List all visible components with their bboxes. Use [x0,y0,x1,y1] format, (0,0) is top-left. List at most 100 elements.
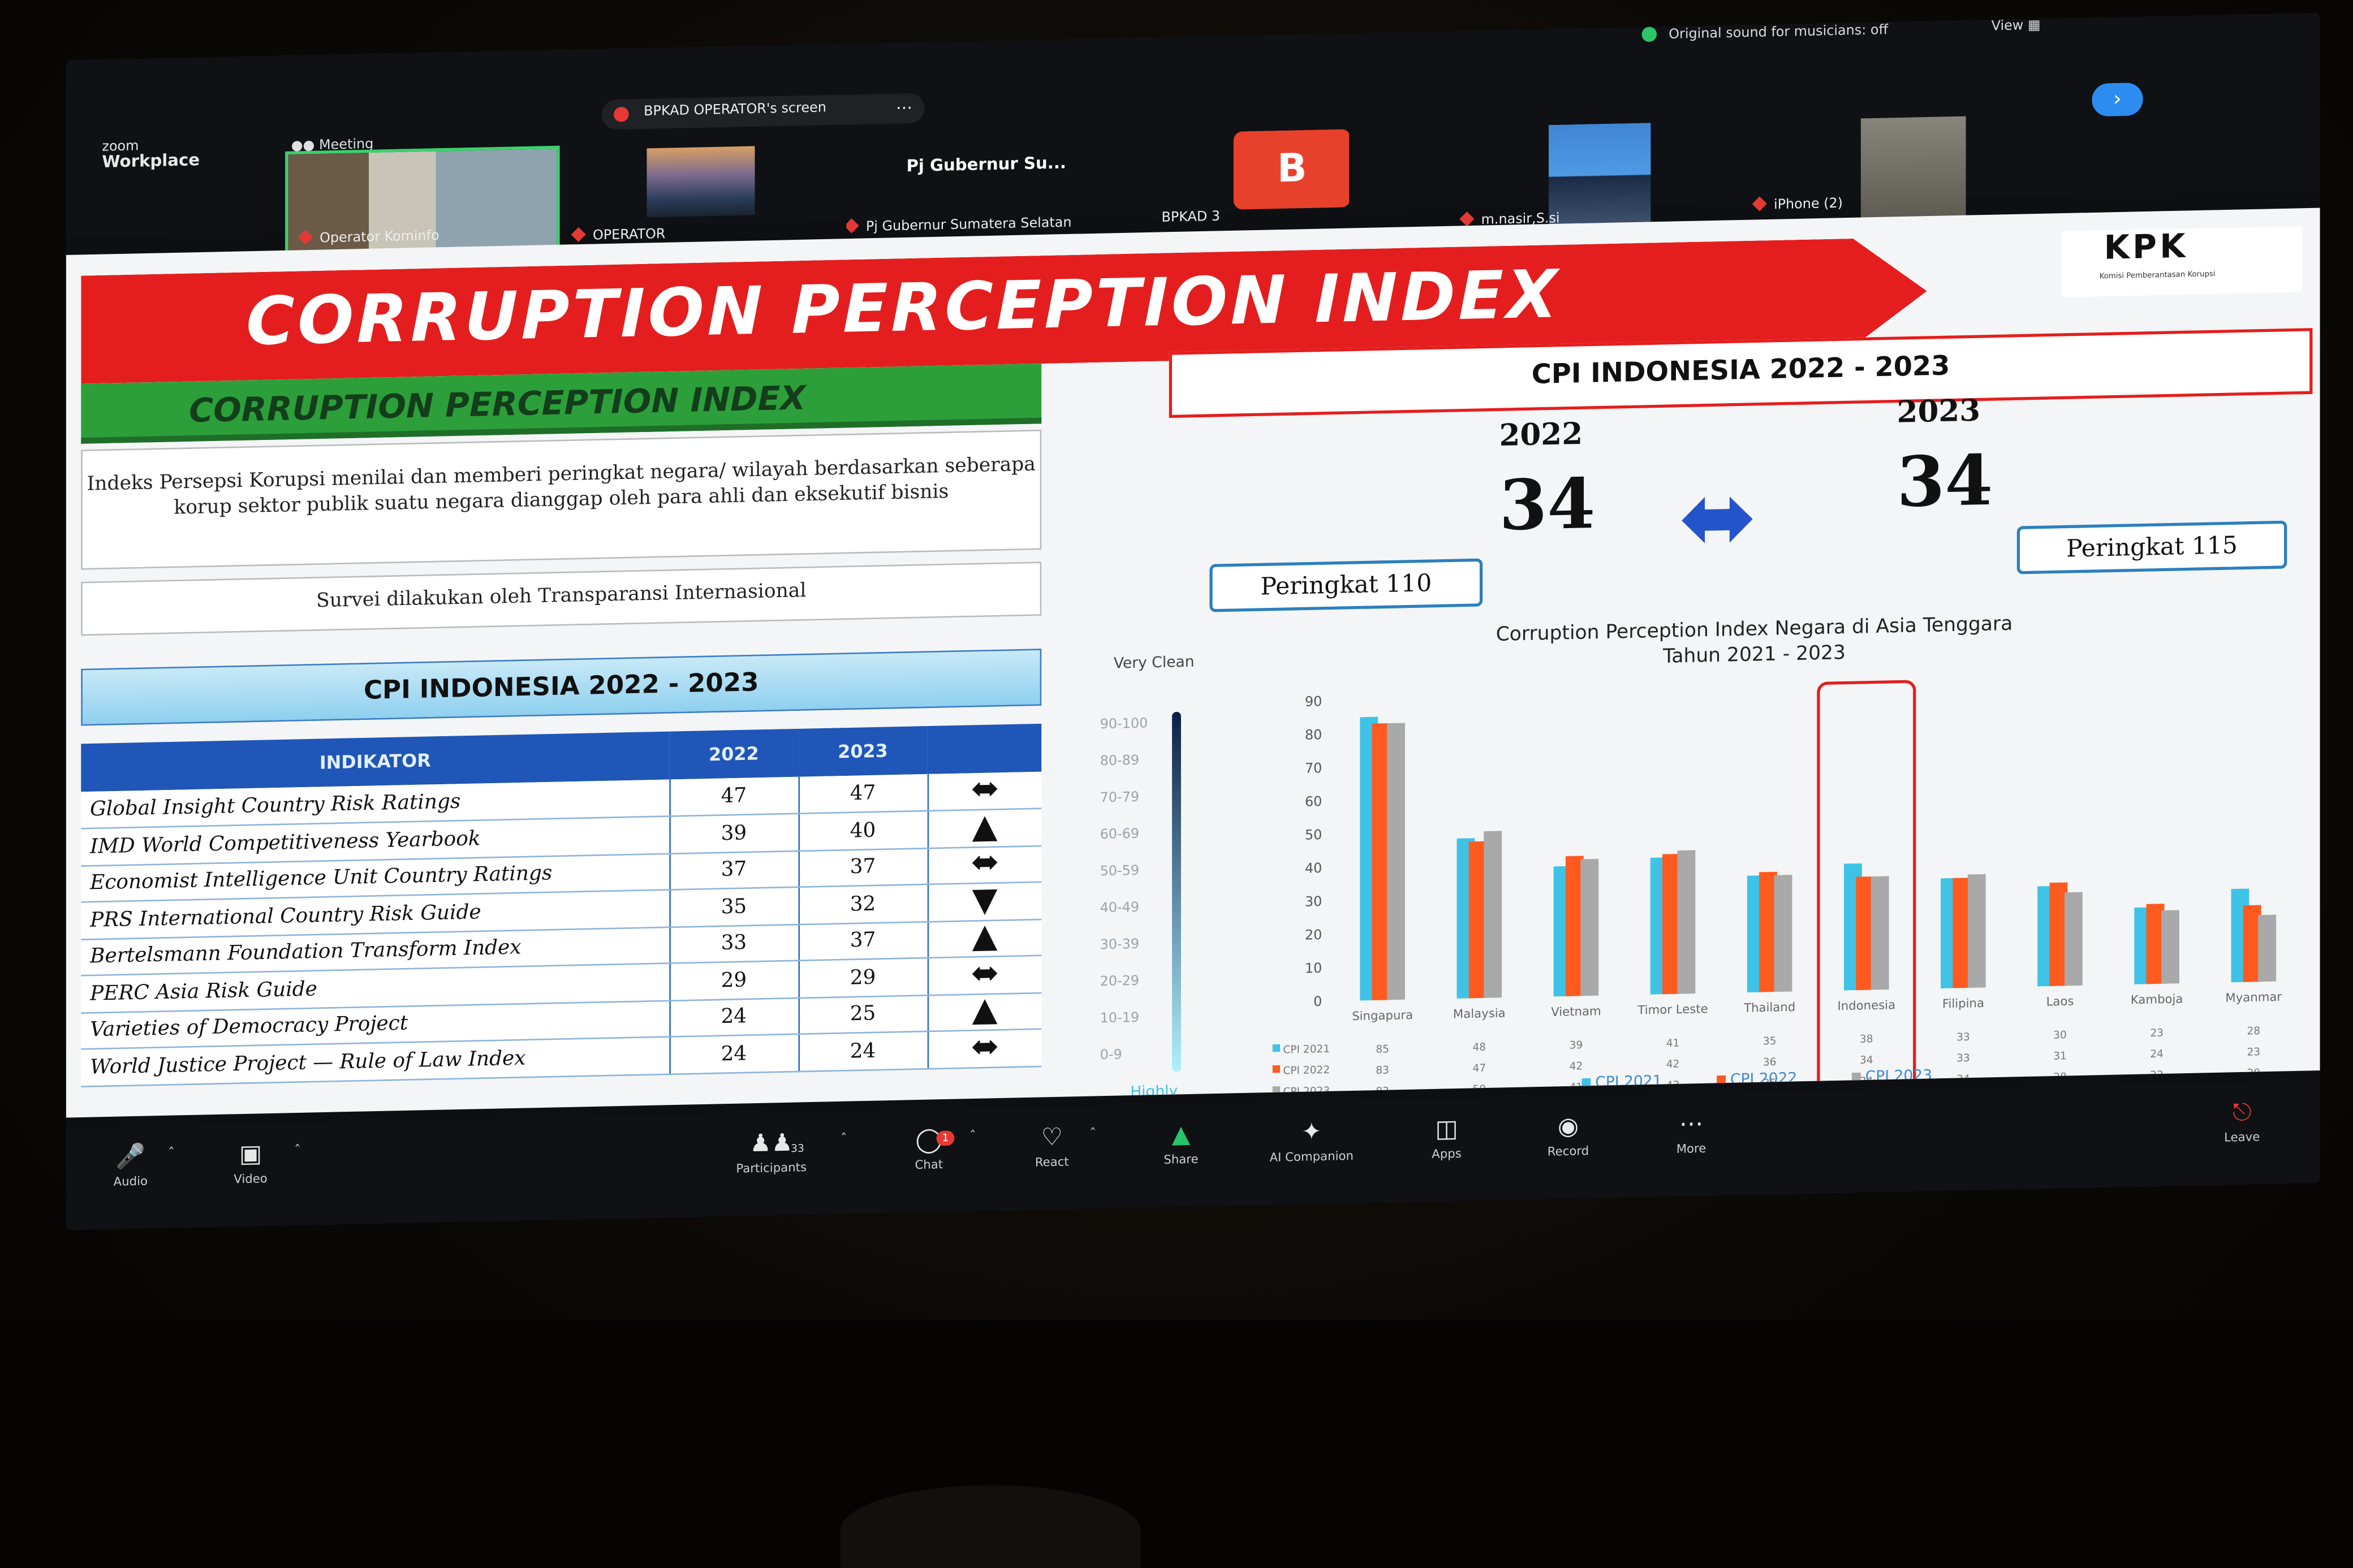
data-label: 83 [1376,1064,1389,1076]
data-label: 38 [1860,1033,1873,1045]
data-label: 83 [1376,1086,1389,1098]
sparkle-icon: ✦ [1302,1117,1322,1146]
x-tick-label: Vietnam [1551,1004,1601,1020]
participants-button[interactable]: ♟♟ 33 Participants [719,1128,824,1176]
more-options-icon[interactable]: ⋯ [896,98,912,118]
participant-tile[interactable]: iPhone (2) [1732,116,1972,226]
x-tick-label: Malaysia [1453,1007,1506,1022]
scale-gradient [1172,711,1181,1072]
video-button[interactable]: ▣ Video [198,1138,303,1187]
zoom-top-bar: zoom Workplace ●● Meeting BPKAD OPERATOR… [66,12,2320,257]
x-tick-label: Myanmar [2225,990,2282,1005]
scale-band-label: 10-19 [1100,1009,1139,1026]
original-sound-label: Original sound for musicians: off [1669,23,1888,43]
chat-caret-icon[interactable]: ˆ [969,1130,976,1146]
data-label: 34 [1860,1054,1873,1066]
react-button[interactable]: ♡ React [999,1121,1105,1170]
description-box: Indeks Persepsi Korupsi menilai dan memb… [81,429,1042,570]
data-label: 36 [1763,1056,1777,1068]
participants-caret-icon[interactable]: ˆ [841,1133,847,1148]
x-tick-label: Thailand [1743,1000,1795,1016]
description-text: Indeks Persepsi Korupsi menilai dan memb… [87,453,1036,520]
participant-tile[interactable]: OPERATOR [561,141,771,250]
zoom-logo: zoom Workplace [102,140,200,172]
legend-swatch [1717,1075,1726,1085]
x-tick-label: Kamboja [2131,992,2183,1007]
data-label: 30 [2053,1029,2067,1041]
leave-button[interactable]: ⎋ Leave [2190,1096,2295,1145]
x-tick-label: Timor Leste [1637,1002,1708,1018]
bar [1967,874,1986,988]
scale-band-label: 50-59 [1100,862,1139,879]
react-label: React [1035,1155,1069,1170]
legend-label: CPI 2021 [1595,1072,1662,1091]
table-legend-swatch [1272,1065,1281,1073]
leave-icon: ⎋ [2232,1097,2252,1126]
shared-screen-pill[interactable]: BPKAD OPERATOR's screen ⋯ [601,93,925,130]
video-caret-icon[interactable]: ˆ [294,1144,301,1160]
survey-box: Survei dilakukan oleh Transparansi Inter… [81,561,1042,636]
video-off-icon: ▣ [239,1139,262,1168]
more-label: More [1676,1142,1706,1156]
cpi-scale-bar: 90-100 80-89 70-79 60-69 50-59 40-49 30-39 20-2… [1100,711,1181,1072]
view-button[interactable]: View ▦ [1992,19,2041,34]
y-tick-label: 20 [1305,927,1322,943]
data-label: 22 [2150,1069,2164,1081]
value-2023: 32 [798,884,928,924]
table-legend-swatch [1272,1086,1281,1094]
ai-companion-button[interactable]: ✦ AI Companion [1259,1116,1364,1165]
data-label: 34 [1956,1073,1970,1085]
data-label: 28 [2053,1071,2067,1083]
apps-button[interactable]: ◫ Apps [1394,1113,1499,1162]
y-tick-label: 90 [1305,693,1322,710]
data-label: 20 [2247,1067,2260,1079]
table-legend-label: CPI 2021 [1283,1043,1330,1056]
value-2023: 24 [798,1031,928,1071]
column-header-2023: 2023 [798,726,928,777]
table-legend-swatch [1272,1044,1281,1052]
react-caret-icon[interactable]: ˆ [1089,1128,1096,1143]
record-button[interactable]: ◉ Record [1516,1111,1621,1159]
bar [2161,910,2179,984]
scale-band-label: 20-29 [1100,973,1139,989]
chat-badge: 1 [936,1130,955,1146]
legend-swatch [1851,1072,1861,1082]
next-page-arrow-icon[interactable]: › [2092,82,2143,117]
participant-tile[interactable]: B BPKAD 3 [1154,129,1350,238]
participant-tile[interactable]: Pj Gubernur Su... Pj Gubernur Sumatera Se… [846,133,1147,245]
data-label: 33 [1956,1031,1970,1043]
year-2022-label: 2022 [1499,415,1583,453]
y-tick-label: 30 [1305,893,1322,910]
value-2022: 47 [669,776,799,817]
scale-band-label: 30-39 [1100,936,1139,952]
participant-name: Pj Gubernur Sumatera Selatan [846,216,1072,236]
participants-icon: ♟♟ [749,1128,793,1157]
data-label: 43 [1666,1079,1680,1091]
scale-band-label: 90-100 [1100,715,1148,732]
shield-check-icon [1641,27,1657,42]
original-sound-status[interactable]: Original sound for musicians: off [1641,22,1888,44]
participant-tile[interactable]: m.nasir,S.si [1417,123,1657,233]
data-label: 41 [1666,1037,1680,1049]
value-2022: 24 [669,1034,799,1074]
share-button[interactable]: ▲ Share [1128,1118,1234,1167]
score-2022: 34 [1499,463,1596,546]
x-tick-label: Filipina [1942,996,1984,1012]
share-label: Share [1163,1152,1199,1167]
chat-button[interactable]: ◯ 1 Chat [876,1124,981,1173]
audio-caret-icon[interactable]: ˆ [168,1147,175,1162]
data-label: 42 [1570,1060,1583,1072]
rank-2023: Peringkat 115 [2016,520,2287,574]
bar [2258,914,2277,982]
audio-label: Audio [113,1174,148,1189]
scale-band-label: 60-69 [1100,826,1139,842]
participant-display-name: Pj Gubernur Su... [906,153,1067,176]
scale-band-label: 0-9 [1100,1046,1122,1062]
avatar: B [1233,129,1350,210]
participant-tile[interactable]: Operator Kominfo [285,145,560,257]
data-label: 35 [1763,1035,1777,1047]
same-arrow-icon: ⬌ [927,955,1042,995]
audio-button[interactable]: 🎤 Audio [78,1141,183,1189]
more-button[interactable]: ⋯ More [1639,1108,1744,1157]
participant-video [647,146,755,218]
